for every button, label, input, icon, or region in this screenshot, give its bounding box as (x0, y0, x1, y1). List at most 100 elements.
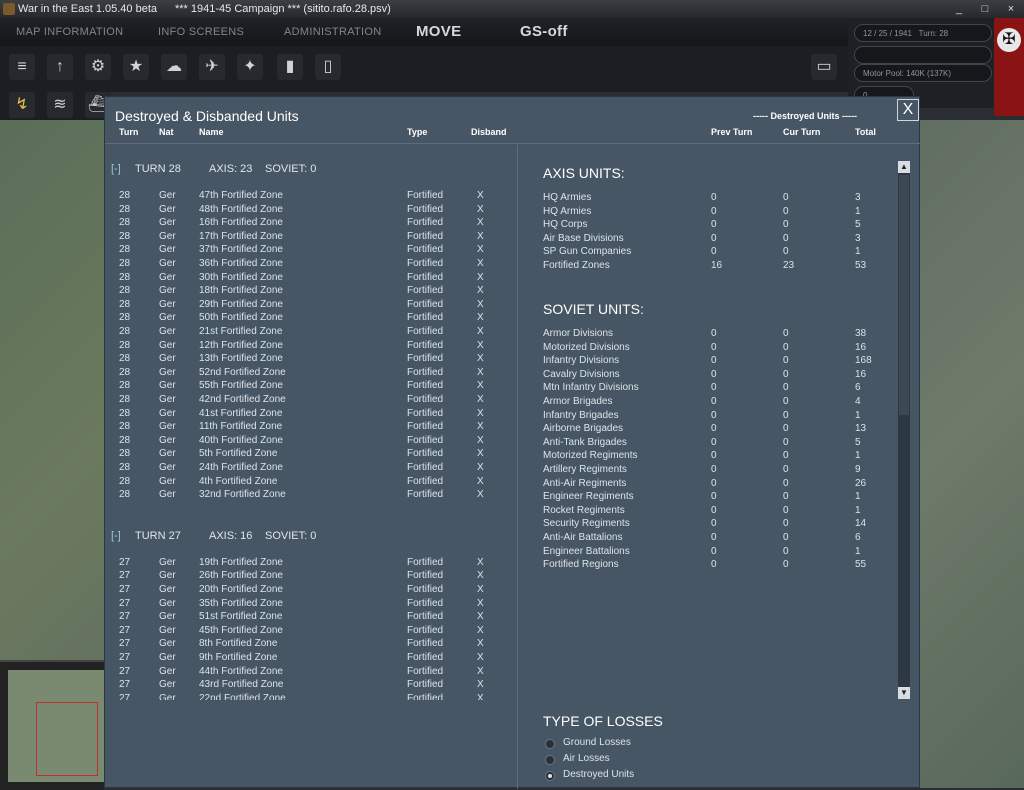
total-cell: 1 (855, 246, 861, 258)
prev-turn-cell: 0 (711, 464, 717, 475)
table-row[interactable]: 28 Ger 29th Fortified Zone Fortified X (105, 299, 517, 312)
expand-toggle[interactable]: [-] (111, 163, 121, 175)
table-row[interactable]: 27 Ger 8th Fortified Zone Fortified X (105, 638, 517, 651)
minimize-button[interactable]: _ (946, 0, 972, 18)
disband-cell: X (477, 489, 484, 501)
screen-icon[interactable]: ▭ (811, 54, 837, 80)
table-row[interactable]: 28 Ger 18th Fortified Zone Fortified X (105, 285, 517, 298)
minimap[interactable] (0, 660, 104, 790)
table-row[interactable]: 28 Ger 37th Fortified Zone Fortified X (105, 244, 517, 257)
table-row[interactable]: 27 Ger 26th Fortified Zone Fortified X (105, 570, 517, 583)
table-row[interactable]: 28 Ger 21st Fortified Zone Fortified X (105, 326, 517, 339)
table-row[interactable]: 28 Ger 17th Fortified Zone Fortified X (105, 231, 517, 244)
unit-type-cell: HQ Armies (543, 192, 592, 203)
table-row[interactable]: 27 Ger 51st Fortified Zone Fortified X (105, 611, 517, 624)
table-row[interactable]: 27 Ger 44th Fortified Zone Fortified X (105, 666, 517, 679)
nat-cell: Ger (159, 556, 176, 568)
header-name[interactable]: Name (199, 127, 224, 137)
header-type[interactable]: Type (407, 127, 427, 137)
weather-icon[interactable]: ☁ (161, 54, 187, 80)
disband-cell: X (477, 462, 484, 473)
menu-administration[interactable]: ADMINISTRATION (284, 18, 382, 46)
scroll-down-icon[interactable]: ▼ (898, 687, 910, 699)
table-row[interactable]: 28 Ger 24th Fortified Zone Fortified X (105, 462, 517, 475)
type-cell: Fortified (407, 624, 444, 636)
disband-cell: X (477, 584, 484, 595)
menu-map-information[interactable]: MAP INFORMATION (16, 18, 123, 46)
table-row[interactable]: 28 Ger 55th Fortified Zone Fortified X (105, 380, 517, 393)
name-cell: 8th Fortified Zone (199, 638, 278, 650)
scroll-up-icon[interactable]: ▲ (898, 161, 910, 173)
table-row[interactable]: 27 Ger 45th Fortified Zone Fortified X (105, 625, 517, 638)
table-row[interactable]: 28 Ger 52nd Fortified Zone Fortified X (105, 367, 517, 380)
header-turn[interactable]: Turn (119, 127, 138, 137)
fuel-icon[interactable]: ▮ (277, 54, 303, 80)
gs-toggle[interactable]: GS-off (520, 18, 568, 46)
report-icon[interactable]: ▯ (315, 54, 341, 80)
dialog-title: Destroyed & Disbanded Units (115, 108, 299, 124)
losses-title: TYPE OF LOSSES (543, 713, 663, 729)
star-icon[interactable]: ★ (123, 54, 149, 80)
table-row[interactable]: 28 Ger 32nd Fortified Zone Fortified X (105, 489, 517, 502)
table-row[interactable]: 28 Ger 11th Fortified Zone Fortified X (105, 421, 517, 434)
prev-turn-cell: 0 (711, 192, 717, 203)
disband-cell: X (477, 298, 484, 310)
disband-cell: X (477, 380, 484, 392)
table-row[interactable]: 27 Ger 43rd Fortified Zone Fortified X (105, 679, 517, 692)
radio-icon[interactable] (545, 755, 555, 765)
table-row[interactable]: 28 Ger 13th Fortified Zone Fortified X (105, 353, 517, 366)
table-row[interactable]: 28 Ger 16th Fortified Zone Fortified X (105, 217, 517, 230)
cur-turn-cell: 0 (783, 382, 789, 394)
name-cell: 20th Fortified Zone (199, 584, 283, 595)
close-window-button[interactable]: × (998, 0, 1024, 18)
disband-cell: X (477, 353, 484, 365)
disband-cell: X (477, 475, 484, 487)
soviet-count: SOVIET: 0 (265, 529, 317, 542)
supply-icon[interactable]: ✈ (199, 54, 225, 80)
gear-icon[interactable]: ⚙ (85, 54, 111, 80)
table-row[interactable]: 27 Ger 35th Fortified Zone Fortified X (105, 598, 517, 611)
turn-label: TURN 28 (135, 163, 181, 175)
name-cell: 30th Fortified Zone (199, 271, 283, 283)
table-row[interactable]: 27 Ger 22nd Fortified Zone Fortified X (105, 693, 517, 700)
path-icon[interactable]: ↯ (9, 92, 35, 118)
menu-info-screens[interactable]: INFO SCREENS (158, 18, 244, 46)
table-row[interactable]: 28 Ger 47th Fortified Zone Fortified X (105, 190, 517, 203)
menu-icon[interactable]: ≡ (9, 54, 35, 80)
table-row[interactable]: 28 Ger 12th Fortified Zone Fortified X (105, 340, 517, 353)
table-row[interactable]: 28 Ger 48th Fortified Zone Fortified X (105, 204, 517, 217)
cur-turn-cell: 0 (783, 355, 789, 367)
rail-icon[interactable]: ≋ (47, 92, 73, 118)
table-row[interactable]: 28 Ger 41st Fortified Zone Fortified X (105, 408, 517, 421)
radio-icon[interactable] (545, 739, 555, 749)
nat-cell: Ger (159, 298, 176, 310)
unit-list[interactable]: [-] TURN 28 AXIS: 23 SOVIET: 0 28 Ger 47th For… (105, 155, 517, 700)
disband-cell: X (477, 421, 484, 433)
minimap-viewport[interactable] (36, 702, 98, 776)
table-row[interactable]: 27 Ger 9th Fortified Zone Fortified X (105, 652, 517, 665)
expand-toggle[interactable]: [-] (111, 530, 121, 542)
radio-icon[interactable] (545, 771, 555, 781)
table-row[interactable]: 27 Ger 19th Fortified Zone Fortified X (105, 557, 517, 570)
table-row[interactable]: 28 Ger 5th Fortified Zone Fortified X (105, 448, 517, 461)
table-row[interactable]: 28 Ger 50th Fortified Zone Fortified X (105, 312, 517, 325)
move-button[interactable]: MOVE (416, 18, 461, 46)
table-row[interactable]: 28 Ger 40th Fortified Zone Fortified X (105, 435, 517, 448)
scroll-thumb[interactable] (899, 175, 909, 415)
table-row[interactable]: 28 Ger 30th Fortified Zone Fortified X (105, 272, 517, 285)
summary-row: Cavalry Divisions 0 0 16 (543, 369, 903, 382)
header-nat[interactable]: Nat (159, 127, 174, 137)
air-icon[interactable]: ✦ (237, 54, 263, 80)
table-row[interactable]: 28 Ger 4th Fortified Zone Fortified X (105, 476, 517, 489)
table-row[interactable]: 27 Ger 20th Fortified Zone Fortified X (105, 584, 517, 597)
table-row[interactable]: 28 Ger 36th Fortified Zone Fortified X (105, 258, 517, 271)
scrollbar[interactable]: ▲ ▼ (898, 161, 910, 699)
unit-type-cell: Fortified Zones (543, 260, 610, 271)
table-row[interactable]: 28 Ger 42nd Fortified Zone Fortified X (105, 394, 517, 407)
close-button[interactable]: X (897, 99, 919, 121)
cur-turn-cell: 0 (783, 436, 789, 448)
unit-type-cell: Rocket Regiments (543, 504, 625, 516)
maximize-button[interactable]: □ (972, 0, 998, 18)
header-disband[interactable]: Disband (471, 127, 507, 137)
units-icon[interactable]: ↑ (47, 54, 73, 80)
